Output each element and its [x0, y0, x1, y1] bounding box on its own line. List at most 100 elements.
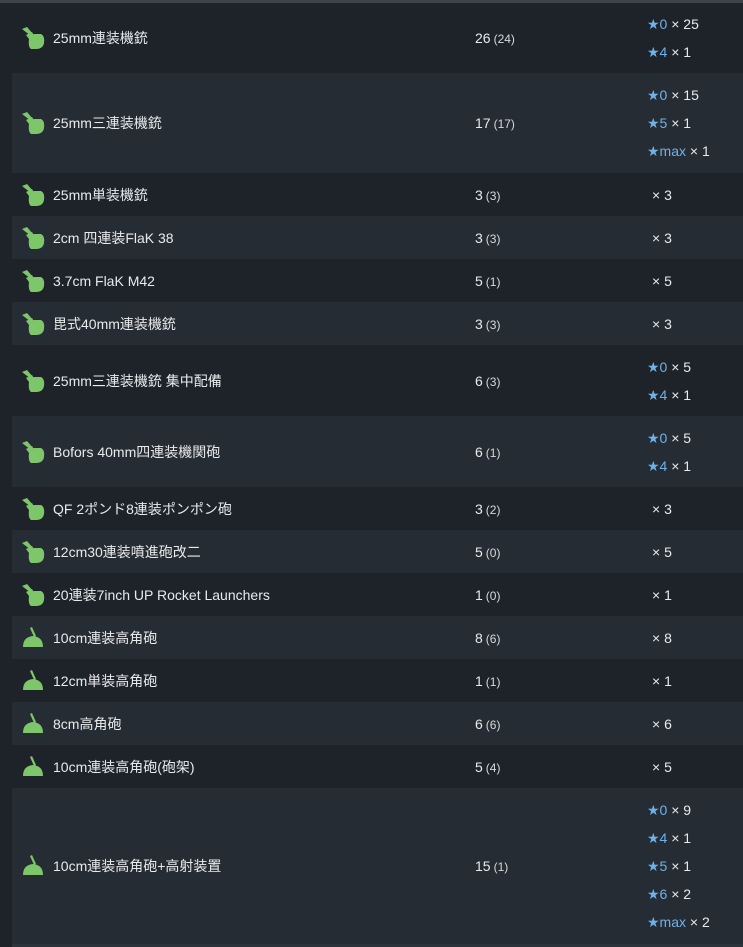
table-row: 25mm連装機銃 26 (24) ★0 × 25 ★4 × 1	[12, 3, 743, 73]
equipment-name: 10cm連装高角砲+高射装置	[53, 858, 222, 874]
aa-gun-icon	[20, 25, 46, 51]
equipment-name: 25mm三連装機銃	[53, 115, 162, 131]
name-cell: 12cm30連装噴進砲改二	[12, 530, 201, 573]
count-sub: (0)	[485, 588, 501, 603]
star-count: × 5	[667, 358, 692, 375]
aa-gun-icon	[20, 225, 46, 251]
equipment-count: 6 (6)	[475, 716, 500, 732]
equipment-name: 10cm連装高角砲(砲架)	[53, 758, 195, 775]
star-count: × 1	[667, 115, 692, 131]
name-cell: 3.7cm FlaK M42	[12, 259, 155, 302]
table-row: 25mm三連装機銃 17 (17) ★0 × 15 ★5 × 1 ★max × 1	[12, 73, 743, 173]
star-level: ★max	[647, 914, 686, 930]
equipment-name: 毘式40mm連装機銃	[53, 315, 176, 332]
name-cell: 10cm連装高角砲(砲架)	[12, 745, 195, 788]
ha-gun-icon	[20, 625, 46, 651]
equipment-name: 25mm単装機銃	[53, 186, 148, 203]
star-count: × 25	[667, 16, 699, 32]
star-count: × 15	[667, 87, 699, 103]
name-cell: 8cm高角砲	[12, 702, 121, 745]
star-count: × 1	[667, 858, 692, 874]
improvement-list: ★0 × 9 ★4 × 1 ★5 × 1 ★6 × 2 ★max × 2	[647, 796, 710, 936]
count-total: 3	[475, 500, 483, 517]
improvement-entry: ★6 × 2	[647, 880, 710, 908]
count-total: 3	[475, 186, 483, 203]
table-row: 8cm高角砲 6 (6) × 6	[12, 702, 743, 745]
equipment-count: 5 (4)	[475, 759, 500, 775]
improvement-entry: ★4 × 1	[647, 38, 699, 66]
improvement-entry: ★0 × 9	[647, 796, 710, 824]
aa-gun-icon	[20, 268, 46, 294]
star-count: × 2	[686, 914, 710, 930]
count-sub: (6)	[485, 631, 501, 646]
name-cell: 毘式40mm連装機銃	[12, 302, 176, 345]
star-level: ★0	[647, 802, 668, 818]
star-level: ★0	[647, 87, 668, 103]
name-cell: 12cm単装高角砲	[12, 659, 157, 702]
table-row: 25mm三連装機銃 集中配備 6 (3) ★0 × 5 ★4 × 1	[12, 345, 743, 416]
star-count: × 1	[667, 830, 692, 846]
table-row: QF 2ポンド8連装ポンポン砲 3 (2) × 3	[12, 487, 743, 530]
count-sub: (3)	[485, 188, 501, 203]
star-level: ★5	[647, 115, 668, 131]
star-level: ★0	[647, 429, 668, 446]
name-cell: Bofors 40mm四連装機関砲	[12, 416, 220, 487]
equipment-name: 20連装7inch UP Rocket Launchers	[53, 586, 270, 603]
equipment-count: 26 (24)	[475, 30, 515, 46]
star-count: × 1	[667, 44, 692, 60]
star-count: × 1	[667, 386, 692, 403]
plain-count: × 5	[652, 543, 672, 560]
star-count: × 5	[667, 429, 692, 446]
ha-gun-icon	[20, 668, 46, 694]
count-sub: (17)	[493, 117, 515, 131]
count-total: 3	[475, 229, 483, 246]
count-total: 1	[475, 672, 483, 689]
count-sub: (3)	[485, 374, 501, 389]
table-row: 25mm単装機銃 3 (3) × 3	[12, 173, 743, 216]
equipment-count: 1 (0)	[475, 587, 500, 603]
improvement-entry: ★0 × 5	[647, 424, 691, 452]
count-total: 1	[475, 586, 483, 603]
improvement-entry: ★5 × 1	[647, 109, 710, 137]
count-sub: (0)	[485, 545, 501, 560]
equipment-count: 3 (3)	[475, 230, 500, 246]
star-level: ★0	[647, 358, 668, 375]
improvement-entry: ★5 × 1	[647, 852, 710, 880]
star-level: ★4	[647, 386, 668, 403]
plain-count: × 6	[652, 715, 672, 732]
name-cell: 10cm連装高角砲+高射装置	[12, 788, 221, 944]
count-sub: (3)	[485, 231, 501, 246]
star-level: ★0	[647, 16, 668, 32]
plain-count: × 3	[652, 315, 672, 332]
count-total: 6	[475, 715, 483, 732]
plain-count: × 1	[652, 586, 672, 603]
name-cell: 25mm単装機銃	[12, 173, 148, 216]
count-total: 8	[475, 629, 483, 646]
plain-count: × 1	[652, 672, 672, 689]
equipment-count: 5 (0)	[475, 544, 500, 560]
star-count: × 1	[667, 457, 692, 474]
equipment-count: 15 (1)	[475, 858, 508, 874]
improvement-entry: ★4 × 1	[647, 824, 710, 852]
equipment-name: 25mm三連装機銃 集中配備	[53, 372, 222, 389]
name-cell: 25mm三連装機銃	[12, 73, 162, 173]
plain-count: × 5	[652, 272, 672, 289]
count-total: 6	[475, 372, 483, 389]
star-count: × 2	[667, 886, 692, 902]
star-level: ★4	[647, 830, 668, 846]
aa-gun-icon	[20, 439, 46, 465]
equipment-count: 1 (1)	[475, 673, 500, 689]
aa-gun-icon	[20, 368, 46, 394]
name-cell: 2cm 四連装FlaK 38	[12, 216, 174, 259]
equipment-name: 8cm高角砲	[53, 715, 122, 732]
table-row: 2cm 四連装FlaK 38 3 (3) × 3	[12, 216, 743, 259]
equipment-name: 10cm連装高角砲	[53, 629, 158, 646]
ha-gun-icon	[20, 711, 46, 737]
star-level: ★max	[647, 143, 686, 159]
name-cell: 20連装7inch UP Rocket Launchers	[12, 573, 270, 616]
table-row: 10cm連装高角砲 8 (6) × 8	[12, 616, 743, 659]
improvement-entry: ★4 × 1	[647, 381, 691, 409]
count-sub: (1)	[485, 274, 501, 289]
star-count: × 1	[686, 143, 710, 159]
equipment-count: 17 (17)	[475, 115, 515, 131]
